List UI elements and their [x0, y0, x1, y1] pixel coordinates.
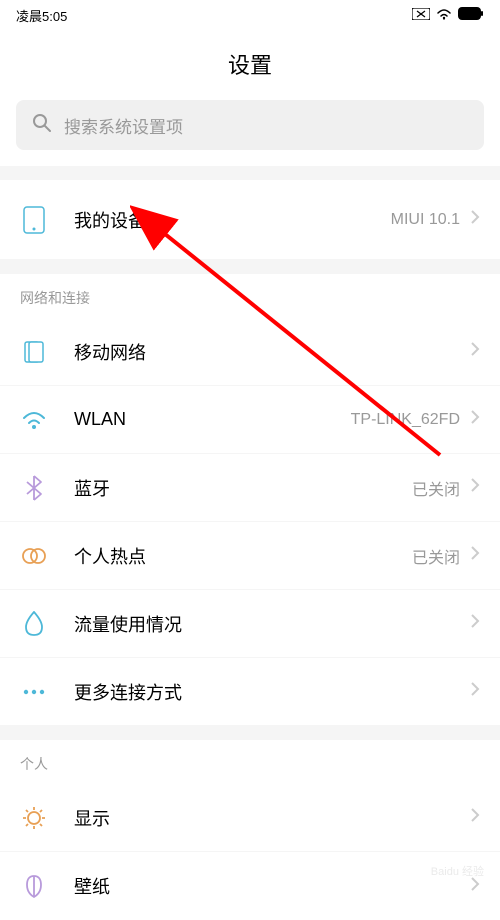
bluetooth-item[interactable]: 蓝牙 已关闭 — [0, 454, 500, 522]
bluetooth-icon — [20, 474, 48, 502]
item-label: 壁纸 — [74, 873, 470, 899]
search-input[interactable]: 搜索系统设置项 — [16, 100, 484, 150]
item-value: MIUI 10.1 — [391, 211, 460, 229]
hotspot-icon — [20, 542, 48, 570]
hotspot-item[interactable]: 个人热点 已关闭 — [0, 522, 500, 590]
chevron-right-icon — [470, 613, 480, 634]
my-device-item[interactable]: 我的设备 MIUI 10.1 — [0, 180, 500, 260]
status-bar: 凌晨5:05 — [0, 0, 500, 30]
item-label: 移动网络 — [74, 339, 470, 365]
item-label: 蓝牙 — [74, 475, 412, 501]
search-placeholder: 搜索系统设置项 — [64, 113, 183, 138]
item-label: 显示 — [74, 805, 470, 831]
chevron-right-icon — [470, 681, 480, 702]
mobile-network-item[interactable]: 移动网络 — [0, 318, 500, 386]
status-time: 凌晨5:05 — [16, 6, 67, 25]
wallpaper-icon — [20, 872, 48, 900]
item-label: 流量使用情况 — [74, 611, 470, 637]
page-title: 设置 — [0, 48, 500, 80]
sim-icon — [20, 338, 48, 366]
data-usage-item[interactable]: 流量使用情况 — [0, 590, 500, 658]
section-header-personal: 个人 — [0, 740, 500, 784]
wifi-settings-icon — [20, 406, 48, 434]
display-icon — [20, 804, 48, 832]
watermark: Baidu 经验 — [431, 863, 484, 879]
more-connections-item[interactable]: 更多连接方式 — [0, 658, 500, 726]
divider — [0, 166, 500, 180]
display-item[interactable]: 显示 — [0, 784, 500, 852]
chevron-right-icon — [470, 409, 480, 430]
item-label: WLAN — [74, 409, 351, 430]
status-indicators — [412, 7, 484, 23]
item-label: 更多连接方式 — [74, 679, 470, 705]
item-value: TP-LINK_62FD — [351, 411, 460, 429]
search-icon — [32, 113, 52, 138]
more-icon — [20, 678, 48, 706]
item-value: 已关闭 — [412, 476, 460, 500]
search-container: 搜索系统设置项 — [0, 100, 500, 166]
wallpaper-item[interactable]: 壁纸 — [0, 852, 500, 920]
chevron-right-icon — [470, 807, 480, 828]
chevron-right-icon — [470, 341, 480, 362]
divider — [0, 260, 500, 274]
chevron-right-icon — [470, 477, 480, 498]
data-usage-icon — [20, 610, 48, 638]
chevron-right-icon — [470, 545, 480, 566]
item-value: 已关闭 — [412, 544, 460, 568]
battery-icon — [458, 7, 484, 23]
wifi-icon — [436, 8, 452, 23]
page-header: 设置 — [0, 30, 500, 100]
divider — [0, 726, 500, 740]
section-header-network: 网络和连接 — [0, 274, 500, 318]
item-label: 我的设备 — [74, 207, 391, 233]
device-icon — [20, 206, 48, 234]
item-label: 个人热点 — [74, 543, 412, 569]
chevron-right-icon — [470, 209, 480, 230]
wlan-item[interactable]: WLAN TP-LINK_62FD — [0, 386, 500, 454]
no-sim-icon — [412, 8, 430, 23]
